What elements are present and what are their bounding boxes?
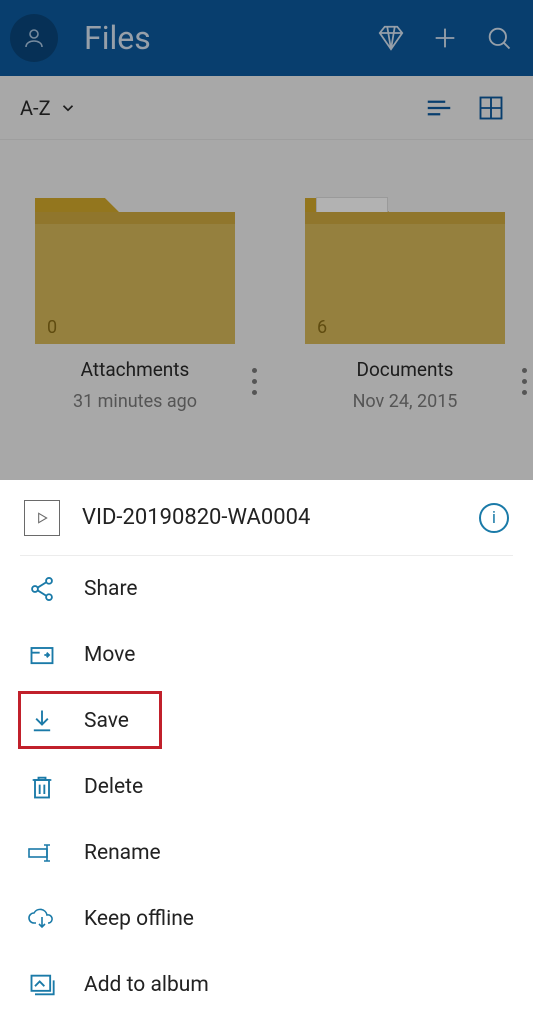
profile-button[interactable] [10, 14, 58, 62]
sort-label: A-Z [20, 96, 51, 120]
folder-subtitle: 31 minutes ago [73, 391, 197, 412]
move-icon [28, 641, 56, 669]
folder-name: Documents [357, 358, 454, 381]
action-label: Share [84, 577, 138, 601]
plus-icon [431, 24, 459, 52]
folder-icon: 0 [35, 198, 235, 344]
search-button[interactable] [475, 14, 523, 62]
trash-icon [28, 773, 56, 801]
rename-icon [27, 839, 57, 867]
add-button[interactable] [421, 14, 469, 62]
share-icon [28, 575, 56, 603]
info-button[interactable]: i [479, 503, 509, 533]
action-label: Rename [84, 841, 161, 865]
folder-icon: 6 [305, 198, 505, 344]
action-label: Add to album [84, 973, 209, 997]
list-lines-icon [424, 93, 454, 123]
folder-name: Attachments [81, 358, 190, 381]
folder-grid: 0 Attachments 31 minutes ago 6 Documents… [0, 140, 533, 480]
folder-count: 0 [47, 317, 57, 338]
keep-offline-action[interactable]: Keep offline [20, 886, 513, 952]
sort-button[interactable]: A-Z [20, 96, 77, 120]
folder-more-button[interactable] [522, 368, 527, 395]
bottom-sheet: VID-20190820-WA0004 i Share Move Save [0, 480, 533, 1025]
save-action[interactable]: Save [20, 688, 513, 754]
rename-action[interactable]: Rename [20, 820, 513, 886]
action-label: Keep offline [84, 907, 194, 931]
search-icon [485, 24, 513, 52]
list-view-button[interactable] [417, 86, 461, 130]
action-label: Delete [84, 775, 143, 799]
play-icon [34, 510, 50, 526]
add-to-album-action[interactable]: Add to album [20, 952, 513, 1018]
grid-view-button[interactable] [469, 86, 513, 130]
app-bar: Files [0, 0, 533, 76]
page-title: Files [84, 19, 151, 57]
folder-count: 6 [317, 317, 327, 338]
album-icon [28, 971, 56, 999]
diamond-icon [376, 23, 406, 53]
sheet-header: VID-20190820-WA0004 i [20, 480, 513, 556]
folder-subtitle: Nov 24, 2015 [353, 391, 458, 412]
info-icon: i [492, 508, 496, 528]
move-action[interactable]: Move [20, 622, 513, 688]
delete-action[interactable]: Delete [20, 754, 513, 820]
sort-bar: A-Z [0, 76, 533, 140]
chevron-down-icon [59, 99, 77, 117]
folder-more-button[interactable] [252, 368, 257, 395]
sheet-file-name: VID-20190820-WA0004 [82, 505, 479, 530]
video-thumbnail [24, 500, 60, 536]
share-action[interactable]: Share [20, 556, 513, 622]
action-label: Save [84, 709, 129, 733]
premium-button[interactable] [367, 14, 415, 62]
cloud-download-icon [27, 905, 57, 933]
folder-item[interactable]: 0 Attachments 31 minutes ago [35, 198, 235, 480]
download-icon [28, 707, 56, 735]
folder-item[interactable]: 6 Documents Nov 24, 2015 [305, 198, 505, 480]
action-label: Move [84, 643, 135, 667]
grid-icon [477, 94, 505, 122]
person-icon [22, 26, 46, 50]
